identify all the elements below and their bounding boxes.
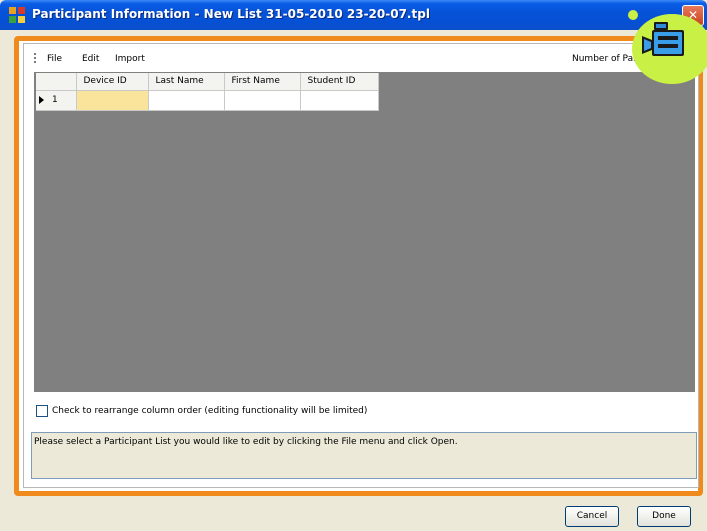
camera-bubble-dot [628,10,638,20]
current-row-arrow-icon [39,95,44,104]
table-header-row: Device ID Last Name First Name Student I… [36,73,379,91]
status-message: Please select a Participant List you wou… [34,437,458,447]
participant-table: Device ID Last Name First Name Student I… [36,73,379,111]
participant-window: Participant Information - New List 31-05… [0,0,707,531]
menu-file[interactable]: File [47,54,62,64]
column-header-device-id[interactable]: Device ID [76,73,149,91]
cell-last-name[interactable] [148,90,225,111]
video-camera-icon [642,22,684,56]
row-header-corner [36,73,77,91]
title-bar[interactable]: Participant Information - New List 31-05… [0,0,707,30]
cell-first-name[interactable] [224,90,301,111]
cell-student-id[interactable] [300,90,379,111]
menu-edit[interactable]: Edit [82,54,99,64]
rearrange-columns-label[interactable]: Check to rearrange column order (editing… [52,406,367,416]
cancel-button[interactable]: Cancel [565,506,619,527]
column-header-last-name[interactable]: Last Name [148,73,225,91]
number-of-participants-label: Number of Par [572,54,637,64]
column-header-first-name[interactable]: First Name [224,73,301,91]
column-header-student-id[interactable]: Student ID [300,73,379,91]
participant-grid[interactable] [34,72,695,392]
app-grid-icon [9,7,25,23]
table-row[interactable]: 1 [36,90,379,111]
menu-import[interactable]: Import [115,54,145,64]
window-title: Participant Information - New List 31-05… [32,7,430,21]
done-button[interactable]: Done [637,506,691,527]
toolbar-grip[interactable] [34,53,36,64]
cell-device-id[interactable] [76,90,149,111]
row-number: 1 [52,95,58,105]
rearrange-columns-checkbox[interactable] [36,405,48,417]
row-header[interactable]: 1 [36,90,77,111]
